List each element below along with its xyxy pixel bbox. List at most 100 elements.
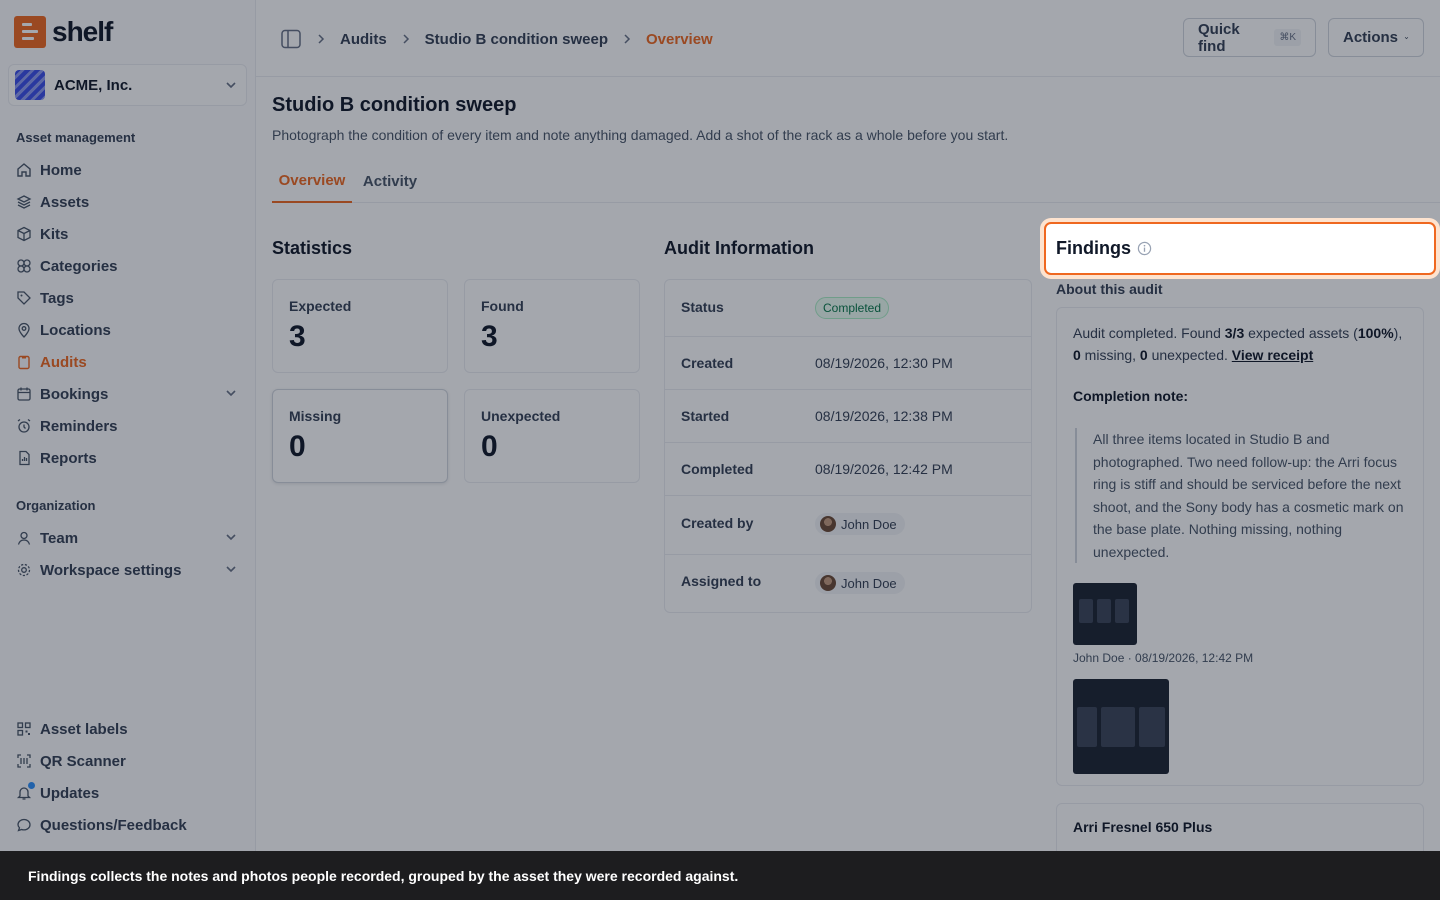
org-switcher[interactable]: ACME, Inc. bbox=[8, 64, 247, 106]
gear-icon bbox=[17, 563, 31, 577]
sidebar-item-categories[interactable]: Categories bbox=[16, 252, 240, 280]
info-label: Status bbox=[681, 299, 724, 315]
sidebar-item-label: Locations bbox=[40, 321, 111, 339]
actions-label: Actions bbox=[1343, 29, 1399, 46]
status-badge: Completed bbox=[815, 297, 890, 319]
stat-missing[interactable]: Missing 0 bbox=[272, 389, 448, 483]
sidebar-item-label: Assets bbox=[40, 193, 90, 211]
info-label: Assigned to bbox=[681, 573, 762, 589]
info-label: Started bbox=[681, 408, 730, 424]
info-row-created: Created 08/19/2026, 12:30 PM bbox=[665, 337, 1031, 390]
sidebar-item-reminders[interactable]: Reminders bbox=[16, 412, 240, 440]
page-description: Photograph the condition of every item a… bbox=[272, 127, 1009, 143]
sidebar-toggle-icon[interactable] bbox=[280, 28, 302, 50]
avatar bbox=[820, 516, 836, 532]
findings-summary-card: Audit completed. Found 3/3 expected asse… bbox=[1056, 307, 1424, 786]
stat-found[interactable]: Found 3 bbox=[464, 279, 640, 373]
page-title: Studio B condition sweep bbox=[272, 94, 517, 116]
tab-overview[interactable]: Overview bbox=[272, 160, 352, 203]
sidebar-item-audits[interactable]: Audits bbox=[16, 348, 240, 376]
sidebar-item-kits[interactable]: Kits bbox=[16, 220, 240, 248]
info-value: 08/19/2026, 12:42 PM bbox=[815, 461, 953, 477]
sidebar-item-label: QR Scanner bbox=[40, 752, 126, 770]
home-icon bbox=[17, 163, 31, 177]
logo-text: shelf bbox=[52, 16, 113, 47]
chat-icon bbox=[17, 818, 31, 832]
stat-value: 0 bbox=[481, 430, 498, 463]
info-row-assigned-to: Assigned to John Doe bbox=[665, 555, 1031, 613]
audit-summary: Audit completed. Found 3/3 expected asse… bbox=[1073, 325, 1403, 363]
sidebar-item-assets[interactable]: Assets bbox=[16, 188, 240, 216]
org-avatar bbox=[15, 70, 45, 100]
top-header: Audits Studio B condition sweep Overview… bbox=[256, 0, 1440, 77]
user-name: John Doe bbox=[841, 516, 897, 532]
stat-label: Expected bbox=[289, 298, 352, 314]
user-chip[interactable]: John Doe bbox=[815, 513, 905, 535]
sidebar-item-qr-scanner[interactable]: QR Scanner bbox=[16, 747, 240, 775]
sidebar-item-label: Home bbox=[40, 161, 82, 179]
stat-value: 3 bbox=[481, 320, 498, 353]
avatar bbox=[820, 575, 836, 591]
finding-photo[interactable] bbox=[1073, 583, 1137, 645]
tour-tooltip: Findings collects the notes and photos p… bbox=[0, 851, 1440, 900]
chevron-down-icon[interactable] bbox=[224, 562, 238, 576]
tag-icon bbox=[17, 291, 31, 305]
sidebar-item-team[interactable]: Team bbox=[16, 524, 240, 552]
asset-finding-title[interactable]: Arri Fresnel 650 Plus bbox=[1073, 819, 1212, 835]
sidebar: shelf ACME, Inc. Asset management Home A… bbox=[0, 0, 256, 900]
info-label: Created bbox=[681, 355, 734, 371]
audit-info-card: Status Completed Created 08/19/2026, 12:… bbox=[664, 279, 1032, 613]
notification-dot bbox=[28, 782, 35, 789]
finding-photo[interactable] bbox=[1073, 679, 1169, 774]
statistics-heading: Statistics bbox=[272, 238, 353, 258]
sidebar-item-label: Reports bbox=[40, 449, 97, 467]
breadcrumb-audit-name[interactable]: Studio B condition sweep bbox=[425, 31, 608, 48]
breadcrumb-audits[interactable]: Audits bbox=[340, 31, 387, 48]
stat-expected[interactable]: Expected 3 bbox=[272, 279, 448, 373]
info-label: Created by bbox=[681, 515, 754, 531]
report-icon bbox=[19, 450, 30, 466]
sidebar-item-bookings[interactable]: Bookings bbox=[16, 380, 240, 408]
sidebar-item-questions-feedback[interactable]: Questions/Feedback bbox=[16, 811, 240, 839]
tab-bar: Overview Activity bbox=[272, 160, 1440, 203]
box-icon bbox=[17, 226, 31, 242]
sidebar-item-reports[interactable]: Reports bbox=[16, 444, 240, 472]
completion-note: All three items located in Studio B and … bbox=[1075, 428, 1409, 563]
chevron-down-icon[interactable] bbox=[224, 530, 238, 544]
sidebar-item-tags[interactable]: Tags bbox=[16, 284, 240, 312]
nav-section-asset-management: Asset management bbox=[16, 130, 136, 145]
sidebar-item-home[interactable]: Home bbox=[16, 156, 240, 184]
actions-button[interactable]: Actions bbox=[1328, 18, 1424, 57]
sidebar-item-asset-labels[interactable]: Asset labels bbox=[16, 715, 240, 743]
sidebar-item-locations[interactable]: Locations bbox=[16, 316, 240, 344]
breadcrumb: Audits Studio B condition sweep Overview bbox=[280, 28, 713, 50]
breadcrumb-current: Overview bbox=[646, 30, 713, 48]
info-row-started: Started 08/19/2026, 12:38 PM bbox=[665, 390, 1031, 443]
calendar-icon bbox=[17, 387, 31, 401]
view-receipt-link[interactable]: View receipt bbox=[1232, 347, 1313, 363]
org-name: ACME, Inc. bbox=[54, 76, 133, 94]
user-chip[interactable]: John Doe bbox=[815, 572, 905, 594]
tab-activity[interactable]: Activity bbox=[360, 160, 420, 203]
stat-unexpected[interactable]: Unexpected 0 bbox=[464, 389, 640, 483]
findings-heading: Findings bbox=[1056, 238, 1131, 258]
info-label: Completed bbox=[681, 461, 754, 477]
map-pin-icon bbox=[18, 322, 30, 338]
sidebar-item-updates[interactable]: Updates bbox=[16, 779, 240, 807]
quick-find-label: Quick find bbox=[1198, 20, 1240, 55]
about-audit-label: About this audit bbox=[1056, 281, 1163, 297]
user-name: John Doe bbox=[841, 575, 897, 591]
chevron-right-icon bbox=[403, 34, 409, 44]
sidebar-item-workspace-settings[interactable]: Workspace settings bbox=[16, 556, 240, 584]
info-row-completed: Completed 08/19/2026, 12:42 PM bbox=[665, 443, 1031, 496]
qr-icon bbox=[17, 722, 31, 736]
chevron-down-icon[interactable] bbox=[224, 386, 238, 400]
stat-label: Found bbox=[481, 298, 524, 314]
logo[interactable]: shelf bbox=[14, 16, 113, 48]
sidebar-item-label: Updates bbox=[40, 784, 100, 802]
shelf-logo-icon bbox=[14, 16, 46, 48]
quick-find-button[interactable]: Quick find ⌘K bbox=[1183, 18, 1316, 57]
scan-icon bbox=[17, 754, 31, 768]
chevron-down-icon bbox=[226, 82, 236, 89]
info-icon[interactable] bbox=[1137, 241, 1152, 256]
